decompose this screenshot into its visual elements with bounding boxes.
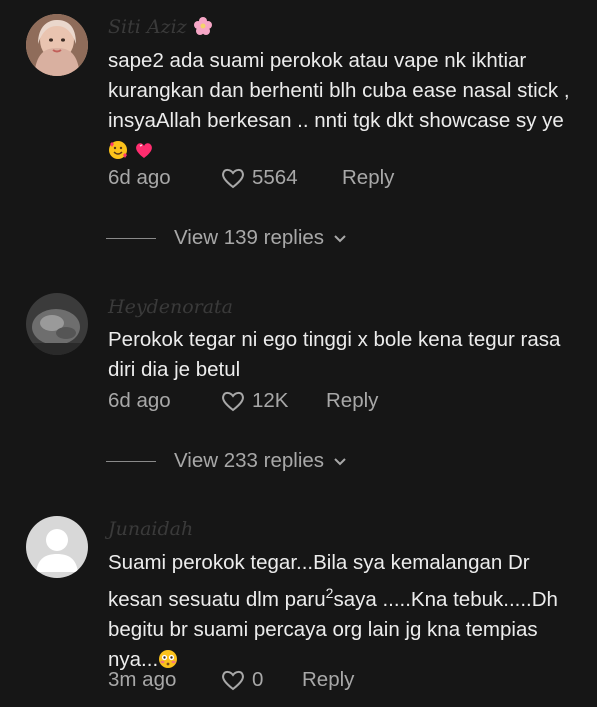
comment-meta: 3m ago 0 Reply (108, 666, 354, 694)
flower-icon (193, 16, 213, 38)
username-text[interactable]: Siti Aziz (108, 16, 187, 38)
chevron-down-icon (334, 458, 346, 466)
heart-outline-icon[interactable] (220, 668, 246, 692)
comment-text-body: sape2 ada suami perokok atau vape nk ikh… (108, 49, 570, 132)
comment-meta: 6d ago 5564 Reply (108, 164, 394, 192)
heart-emoji-icon (134, 139, 154, 162)
divider-line (106, 460, 156, 462)
reply-button[interactable]: Reply (342, 166, 394, 190)
reply-button[interactable]: Reply (326, 389, 378, 413)
heart-outline-icon[interactable] (220, 389, 246, 413)
like-button[interactable]: 5564 (220, 166, 342, 190)
comment-time: 3m ago (108, 668, 177, 691)
heart-outline-icon[interactable] (220, 166, 246, 190)
comment-time: 6d ago (108, 389, 171, 412)
avatar[interactable] (26, 293, 88, 355)
view-replies-button[interactable]: View 233 replies (106, 447, 348, 475)
comment-text: Suami perokok tegar...Bila sya kemalanga… (108, 548, 583, 675)
view-replies-label[interactable]: View 139 replies (174, 226, 324, 250)
avatar[interactable] (26, 14, 88, 76)
like-button[interactable]: 0 (220, 668, 302, 692)
username[interactable]: Junaidah (108, 518, 193, 540)
comment-text: Perokok tegar ni ego tinggi x bole kena … (108, 325, 583, 385)
comment-time: 6d ago (108, 166, 171, 189)
divider-line (106, 237, 156, 239)
view-replies-label[interactable]: View 233 replies (174, 449, 324, 473)
like-count: 0 (252, 668, 264, 691)
username[interactable]: Siti Aziz (108, 16, 213, 38)
username-text[interactable]: Junaidah (108, 518, 193, 540)
reply-button[interactable]: Reply (302, 668, 354, 692)
username[interactable]: Heydenorata (108, 296, 233, 318)
avatar[interactable] (26, 516, 88, 578)
smiling-hearts-emoji-icon (108, 139, 128, 162)
like-button[interactable]: 12K (220, 389, 326, 413)
username-text[interactable]: Heydenorata (108, 296, 233, 318)
like-count: 5564 (252, 166, 298, 189)
view-replies-button[interactable]: View 139 replies (106, 224, 348, 252)
comment-meta: 6d ago 12K Reply (108, 387, 378, 415)
comment-text-body: Perokok tegar ni ego tinggi x bole kena … (108, 328, 561, 381)
like-count: 12K (252, 389, 289, 412)
chevron-down-icon (334, 235, 346, 243)
comment-text: sape2 ada suami perokok atau vape nk ikh… (108, 46, 583, 166)
